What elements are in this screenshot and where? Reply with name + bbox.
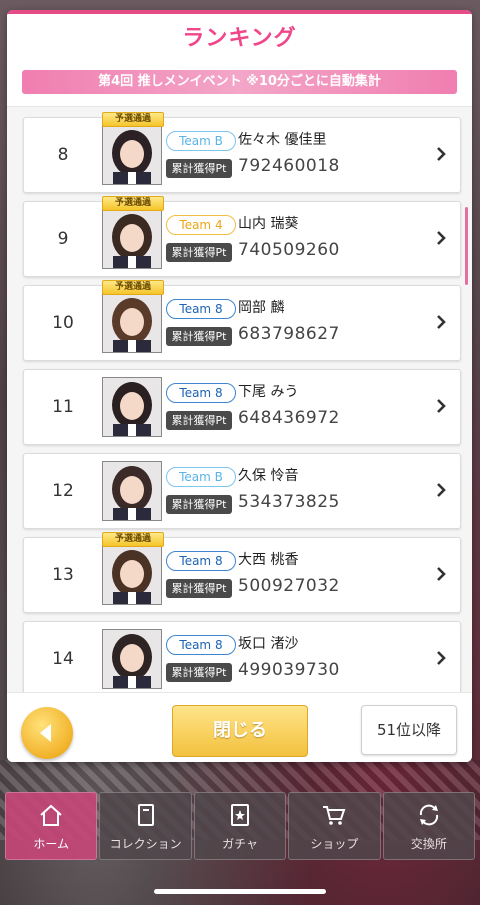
points-value: 499039730 — [238, 660, 340, 680]
member-name: 大西 桃香 — [238, 552, 299, 568]
points-label: 累計獲得Pt — [166, 327, 232, 346]
chevron-right-icon — [437, 147, 446, 161]
chevron-right-icon — [437, 651, 446, 665]
chevron-right-icon — [437, 567, 446, 581]
points-value: 500927032 — [238, 576, 340, 596]
member-avatar — [102, 293, 162, 353]
team-badge: Team 8 — [166, 635, 236, 655]
ranking-row[interactable]: 12 Team B 久保 怜音 累計獲得Pt 534373825 — [23, 453, 461, 529]
modal-footer: 閉じる 51位以降 — [7, 692, 472, 762]
nav-item[interactable]: ガチャ — [193, 792, 287, 860]
qualified-badge: 予選通過 — [102, 532, 164, 547]
qualified-badge: 予選通過 — [102, 196, 164, 211]
ranking-row[interactable]: 8 予選通過 Team B 佐々木 優佳里 累計獲得Pt 792460018 — [23, 112, 461, 193]
rank-number: 14 — [52, 649, 74, 669]
team-badge: Team 8 — [166, 551, 236, 571]
points-label: 累計獲得Pt — [166, 243, 232, 262]
exchange-icon — [419, 804, 438, 826]
team-badge: Team 8 — [166, 299, 236, 319]
collection-icon — [137, 804, 154, 826]
nav-item[interactable]: コレクション — [99, 792, 192, 860]
member-avatar — [102, 629, 162, 689]
member-name: 山内 瑞葵 — [238, 216, 299, 232]
chevron-right-icon — [437, 231, 446, 245]
team-badge: Team 4 — [166, 215, 236, 235]
points-label: 累計獲得Pt — [166, 411, 232, 430]
rank-number: 8 — [57, 145, 69, 165]
modal-title: ランキング — [182, 26, 297, 51]
chevron-right-icon — [437, 483, 446, 497]
member-name: 岡部 麟 — [238, 300, 285, 316]
chevron-right-icon — [437, 399, 446, 413]
bottom-nav: ホーム コレクション ガチャ ショップ 交換所 — [5, 792, 476, 860]
team-badge: Team B — [166, 467, 236, 487]
nav-item[interactable]: ショップ — [288, 792, 381, 860]
member-avatar — [102, 461, 162, 521]
points-label: 累計獲得Pt — [166, 663, 232, 682]
nav-item-label: ショップ — [310, 837, 359, 851]
event-banner: 第4回 推しメンイベント ※10分ごとに自動集計 — [22, 70, 457, 94]
nav-item-label: ガチャ — [222, 837, 258, 851]
ranking-row[interactable]: 9 予選通過 Team 4 山内 瑞葵 累計獲得Pt 740509260 — [23, 196, 461, 277]
points-value: 792460018 — [238, 156, 340, 176]
next-ranks-button[interactable]: 51位以降 — [361, 705, 457, 755]
cart-icon — [323, 806, 346, 825]
rank-number: 10 — [52, 313, 74, 333]
points-label: 累計獲得Pt — [166, 579, 232, 598]
member-name: 下尾 みう — [238, 384, 299, 400]
chevron-right-icon — [437, 315, 446, 329]
rank-number: 11 — [52, 397, 74, 417]
points-label: 累計獲得Pt — [166, 159, 232, 178]
team-badge: Team B — [166, 131, 236, 151]
nav-item[interactable]: ホーム — [5, 792, 98, 860]
qualified-badge: 予選通過 — [102, 112, 164, 127]
member-name: 久保 怜音 — [238, 468, 299, 484]
points-value: 534373825 — [238, 492, 340, 512]
ranking-row[interactable]: 11 Team 8 下尾 みう 累計獲得Pt 648436972 — [23, 369, 461, 445]
member-avatar — [102, 545, 162, 605]
rank-number: 9 — [57, 229, 69, 249]
member-avatar — [102, 209, 162, 269]
points-label: 累計獲得Pt — [166, 495, 232, 514]
nav-item[interactable]: 交換所 — [382, 792, 476, 860]
member-name: 坂口 渚沙 — [238, 636, 299, 652]
qualified-badge: 予選通過 — [102, 280, 164, 295]
back-button[interactable] — [21, 707, 73, 759]
ranking-list-viewport[interactable]: 8 予選通過 Team B 佐々木 優佳里 累計獲得Pt 792460018 9… — [7, 106, 472, 693]
points-value: 683798627 — [238, 324, 340, 344]
ranking-row[interactable]: 10 予選通過 Team 8 岡部 麟 累計獲得Pt 683798627 — [23, 280, 461, 361]
home-icon — [40, 804, 62, 826]
nav-item-label: ホーム — [33, 837, 70, 851]
arrow-left-icon — [40, 724, 51, 742]
nav-item-label: コレクション — [109, 837, 182, 851]
ranking-row[interactable]: 13 予選通過 Team 8 大西 桃香 累計獲得Pt 500927032 — [23, 532, 461, 613]
member-avatar — [102, 125, 162, 185]
team-badge: Team 8 — [166, 383, 236, 403]
points-value: 740509260 — [238, 240, 340, 260]
member-avatar — [102, 377, 162, 437]
rank-number: 12 — [52, 481, 74, 501]
list-scrollbar[interactable] — [465, 207, 468, 285]
ranking-row[interactable]: 14 Team 8 坂口 渚沙 累計獲得Pt 499039730 — [23, 621, 461, 693]
nav-item-label: 交換所 — [410, 837, 447, 851]
member-name: 佐々木 優佳里 — [238, 132, 327, 148]
home-indicator — [154, 889, 326, 894]
rank-number: 13 — [52, 565, 74, 585]
ranking-modal: ランキング 第4回 推しメンイベント ※10分ごとに自動集計 8 予選通過 Te… — [7, 10, 472, 762]
points-value: 648436972 — [238, 408, 340, 428]
gacha-icon — [231, 804, 250, 826]
close-button[interactable]: 閉じる — [172, 705, 308, 757]
ranking-list: 8 予選通過 Team B 佐々木 優佳里 累計獲得Pt 792460018 9… — [23, 112, 461, 693]
